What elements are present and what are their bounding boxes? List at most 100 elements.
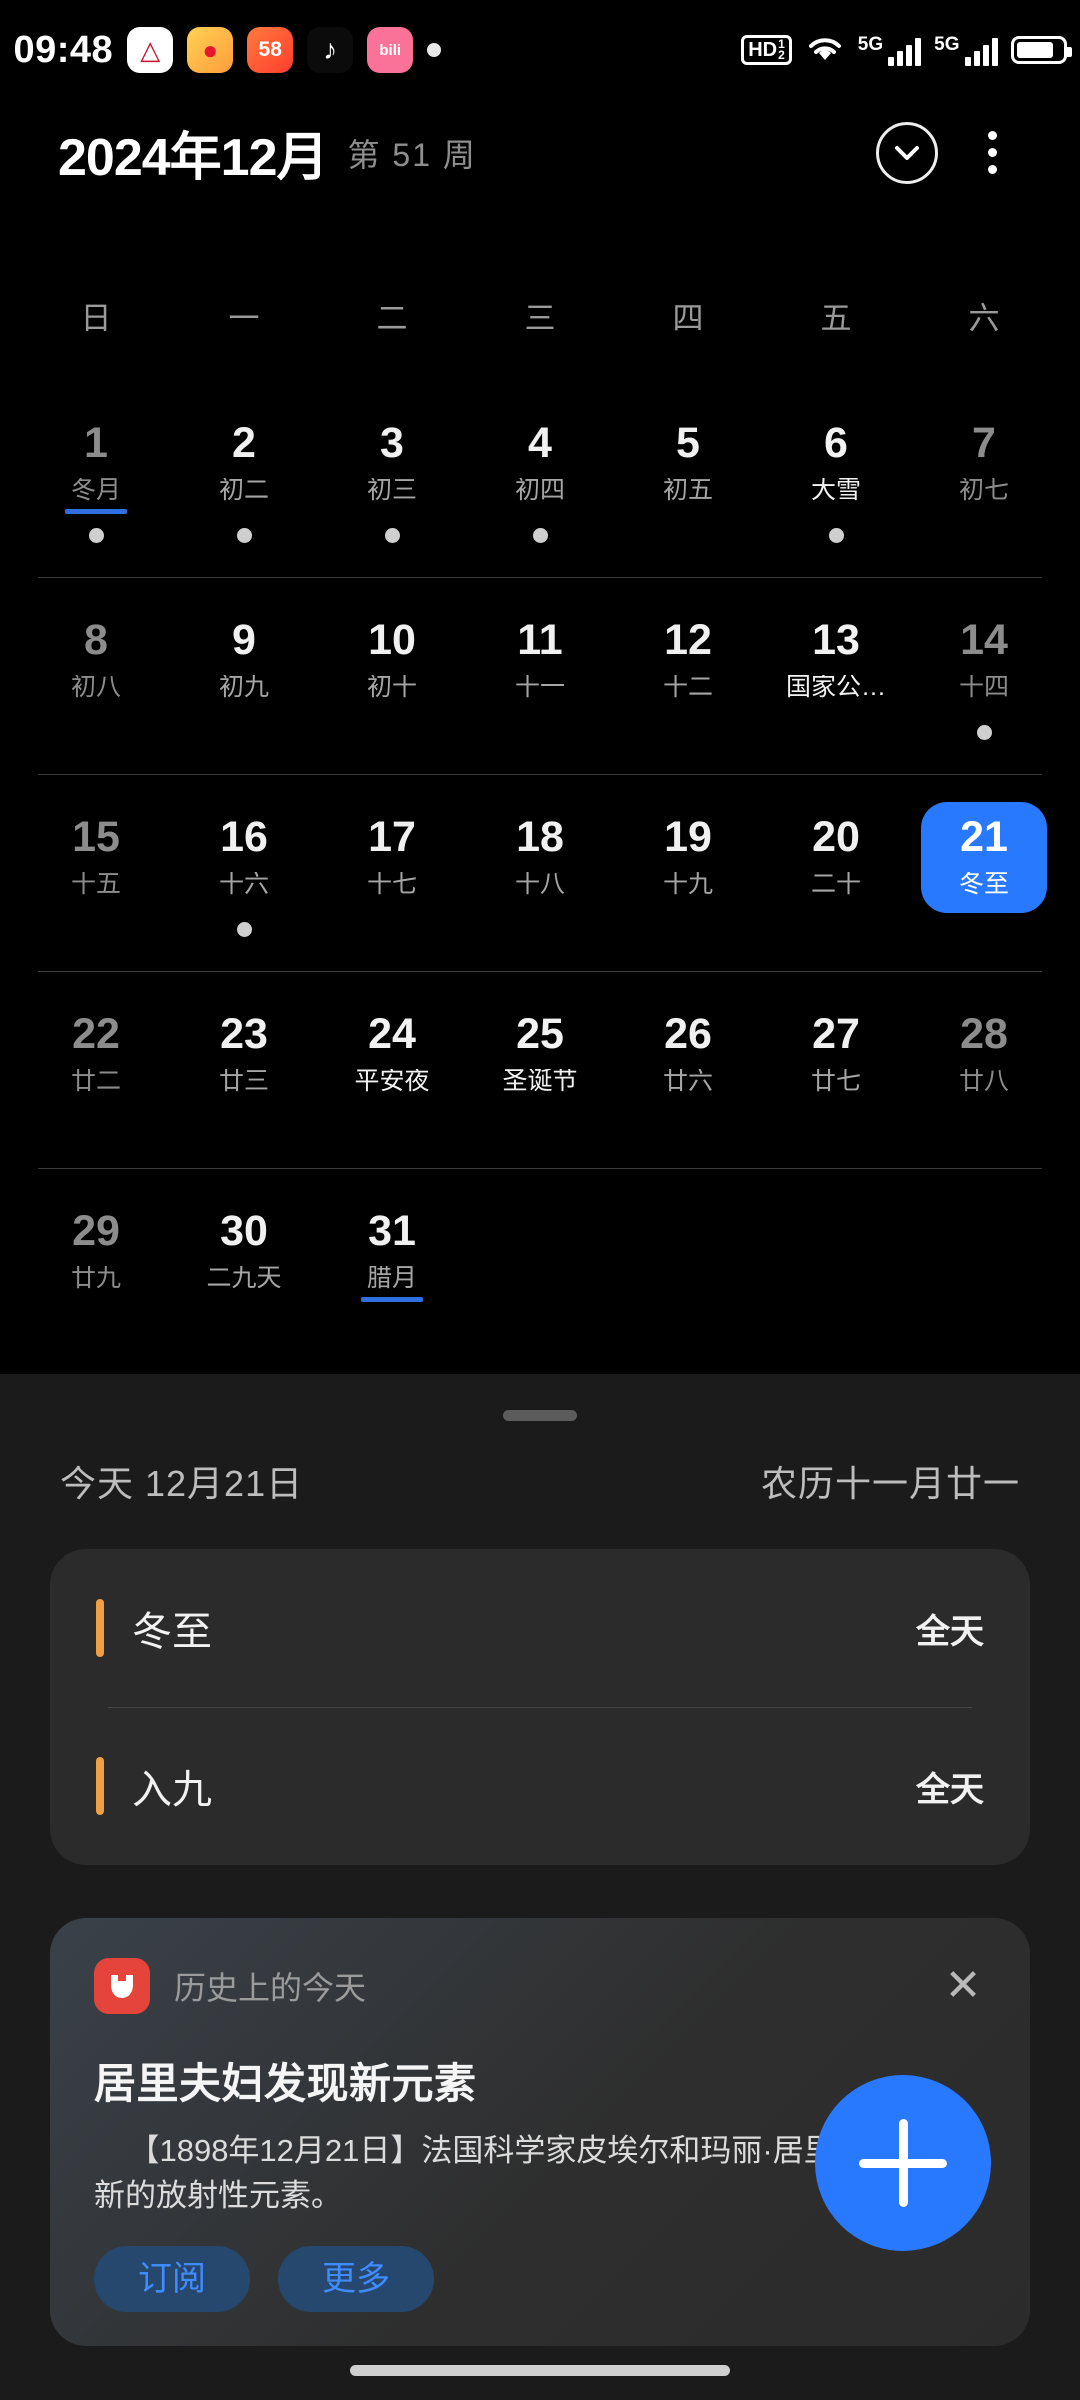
day-event-dot (532, 528, 548, 543)
event-time: 全天 (916, 1770, 984, 1809)
calendar-day-6[interactable]: 6 大雪 (762, 380, 910, 577)
day-lunar-label: 初八 (70, 675, 121, 700)
day-lunar-label: 冬月 (70, 478, 121, 503)
calendar-week-row: 29 廿九 30 二九天 31 腊月 (0, 1168, 1080, 1365)
day-number: 12 (664, 616, 712, 664)
day-lunar-label: 十二 (662, 675, 713, 700)
event-row[interactable]: 冬至 全天 (96, 1549, 984, 1707)
calendar-day-18[interactable]: 18 十八 (466, 774, 614, 971)
day-number: 31 (368, 1207, 416, 1255)
day-number: 16 (220, 813, 268, 861)
calendar-day-24[interactable]: 24 平安夜 (318, 971, 466, 1168)
calendar-day-25[interactable]: 25 圣诞节 (466, 971, 614, 1168)
calendar-day-15[interactable]: 15 十五 (22, 774, 170, 971)
calendar-day-8[interactable]: 8 初八 (22, 577, 170, 774)
calendar-day-22[interactable]: 22 廿二 (22, 971, 170, 1168)
sheet-lunar-label: 农历十一月廿一 (760, 1463, 1020, 1504)
day-inner: 9 初九 (181, 605, 307, 716)
weekday-label-fri: 五 (820, 300, 852, 336)
day-number: 2 (232, 419, 256, 467)
day-number: 11 (517, 616, 563, 664)
calendar-day-30[interactable]: 30 二九天 (170, 1168, 318, 1365)
day-inner: 5 初五 (625, 408, 751, 519)
day-lunar-label: 十五 (70, 872, 121, 897)
calendar-day-10[interactable]: 10 初十 (318, 577, 466, 774)
day-lunar-label: 二九天 (206, 1266, 282, 1291)
calendar-day-23[interactable]: 23 廿三 (170, 971, 318, 1168)
meituan-icon: △ (127, 27, 174, 73)
day-lunar-label: 圣诞节 (502, 1069, 578, 1094)
day-lunar-label: 初三 (366, 478, 417, 503)
page-title[interactable]: 2024年12月 (58, 115, 329, 190)
close-icon[interactable]: ✕ (940, 1964, 986, 2008)
day-lunar-label: 初四 (514, 478, 565, 503)
calendar-day-21[interactable]: 21 冬至 (910, 774, 1058, 971)
sheet-date-bar: 今天 12月21日 农历十一月廿一 (0, 1421, 1080, 1507)
calendar-week-row: 15 十五 16 十六 17 十七 18 十八 19 十九 20 二十 21 冬至 (0, 774, 1080, 971)
calendar-day-19[interactable]: 19 十九 (614, 774, 762, 971)
calendar-day-14[interactable]: 14 十四 (910, 577, 1058, 774)
calendar-day-28[interactable]: 28 廿八 (910, 971, 1058, 1168)
notification-dot-icon (427, 43, 442, 57)
day-inner: 26 廿六 (625, 999, 751, 1110)
home-indicator[interactable] (350, 2365, 730, 2376)
calendar-day-13[interactable]: 13 国家公… (762, 577, 910, 774)
add-event-fab[interactable] (815, 2075, 991, 2251)
calendar-day-11[interactable]: 11 十一 (466, 577, 614, 774)
day-number: 4 (528, 419, 552, 467)
calendar-day-3[interactable]: 3 初三 (318, 380, 466, 577)
event-title: 入九 (132, 1768, 212, 1812)
calendar-day-31[interactable]: 31 腊月 (318, 1168, 466, 1365)
calendar-day-1[interactable]: 1 冬月 (22, 380, 170, 577)
battery-icon (1010, 36, 1072, 64)
day-lunar-label: 二十 (810, 872, 861, 897)
day-number: 1 (84, 419, 108, 467)
news-actions: 订阅 更多 (94, 2246, 434, 2312)
calendar-day-20[interactable]: 20 二十 (762, 774, 910, 971)
sim1-label: 5G (857, 33, 884, 55)
calendar-day-7[interactable]: 7 初七 (910, 380, 1058, 577)
day-lunar-label: 十六 (218, 872, 269, 897)
month-grid: 1 冬月 2 初二 3 初三 4 初四 5 初五 6 大雪 7 初七 8 初八 9 初九 10 初十 11 十一 12 十二 1… (0, 380, 1080, 1365)
day-inner: 2 初二 (181, 408, 307, 519)
day-inner: 18 十八 (477, 802, 603, 913)
more-button[interactable]: 更多 (278, 2246, 434, 2312)
calendar-day-12[interactable]: 12 十二 (614, 577, 762, 774)
day-inner: 6 大雪 (773, 408, 899, 519)
calendar-day-29[interactable]: 29 廿九 (22, 1168, 170, 1365)
event-row[interactable]: 入九 全天 (96, 1707, 984, 1865)
calendar-day-9[interactable]: 9 初九 (170, 577, 318, 774)
weekday-header-row: 日 一 二 三 四 五 六 (0, 280, 1080, 350)
day-inner: 16 十六 (181, 802, 307, 913)
calendar-day-27[interactable]: 27 廿七 (762, 971, 910, 1168)
day-lunar-label: 十九 (662, 872, 713, 897)
day-lunar-label: 国家公… (785, 675, 886, 700)
news-card-header: 历史上的今天 ✕ (94, 1958, 986, 2014)
sheet-drag-handle[interactable] (503, 1410, 577, 1421)
day-inner: 10 初十 (329, 605, 455, 716)
day-number: 22 (72, 1010, 120, 1058)
event-accent-bar (96, 1757, 104, 1815)
calendar-day-16[interactable]: 16 十六 (170, 774, 318, 971)
more-vertical-icon[interactable] (962, 122, 1022, 184)
chevron-down-icon[interactable] (876, 121, 938, 184)
calendar-day-26[interactable]: 26 廿六 (614, 971, 762, 1168)
wuba-icon: 58 (247, 27, 294, 73)
calendar-day-4[interactable]: 4 初四 (466, 380, 614, 577)
calendar-day-17[interactable]: 17 十七 (318, 774, 466, 971)
day-inner: 11 十一 (477, 605, 603, 716)
day-lunar-label: 十七 (366, 872, 417, 897)
week-number-label: 第 51 周 (347, 136, 477, 173)
subscribe-button[interactable]: 订阅 (94, 2246, 250, 2312)
day-number: 23 (220, 1010, 268, 1058)
day-inner: 12 十二 (625, 605, 751, 716)
lunar-month-underline (65, 509, 127, 514)
calendar-day-2[interactable]: 2 初二 (170, 380, 318, 577)
calendar-day-5[interactable]: 5 初五 (614, 380, 762, 577)
weibo-icon: ● (187, 27, 234, 73)
wifi-icon (805, 32, 845, 69)
day-inner: 15 十五 (33, 802, 159, 913)
hd-label: HD (748, 39, 778, 61)
day-number: 28 (960, 1010, 1008, 1058)
day-lunar-label: 初五 (662, 478, 713, 503)
